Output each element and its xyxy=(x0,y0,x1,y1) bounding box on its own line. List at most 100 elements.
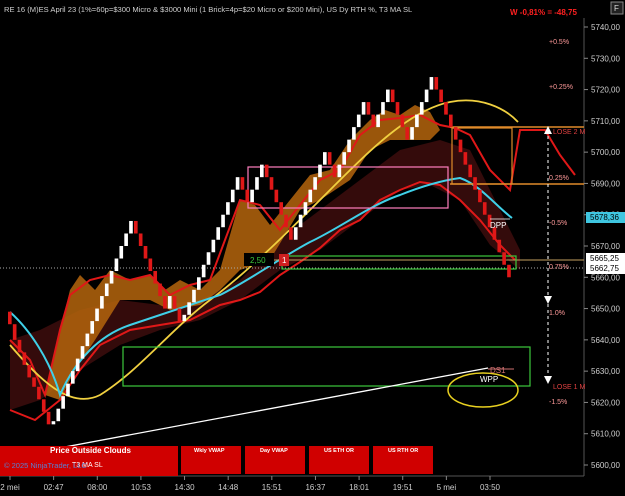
renko-brick-down xyxy=(482,202,487,215)
renko-brick-up xyxy=(201,264,206,278)
renko-brick-up xyxy=(342,152,347,165)
ds1-label: DS1 xyxy=(490,366,506,375)
price-tick-label: 5670,00 xyxy=(591,242,620,251)
renko-brick-down xyxy=(17,339,22,353)
time-tick-label: 08:00 xyxy=(87,483,108,492)
day-vwap-button[interactable]: Day VWAP xyxy=(245,446,305,474)
wkly-vwap-button[interactable]: Wkly VWAP xyxy=(181,446,241,474)
svg-text:5665,25: 5665,25 xyxy=(590,254,619,263)
renko-brick-down xyxy=(37,386,41,400)
renko-chart[interactable]: 2,50 1 LOSE 2 M LOSE 1 M DPP DS1 WPP +0.… xyxy=(0,0,625,496)
renko-brick-down xyxy=(163,296,167,309)
renko-brick-up xyxy=(187,302,191,315)
renko-brick-down xyxy=(148,258,153,272)
us-eth-or-button[interactable]: US ETH OR xyxy=(309,446,369,474)
renko-brick-up xyxy=(119,246,124,259)
pct-label-6: 1.0% xyxy=(549,310,565,317)
renko-brick-up xyxy=(410,127,414,140)
renko-brick-up xyxy=(352,127,356,140)
current-price-cyan: 5678,36 xyxy=(586,212,625,223)
renko-brick-down xyxy=(366,102,371,115)
time-tick-label: 15:51 xyxy=(262,483,283,492)
renko-brick-up xyxy=(347,139,351,153)
time-tick-label: 14:30 xyxy=(175,483,196,492)
svg-text:5662,75: 5662,75 xyxy=(590,264,619,273)
renko-brick-up xyxy=(216,227,221,240)
lose-1-label: LOSE 1 M xyxy=(553,384,585,391)
time-tick-label: 14:48 xyxy=(218,483,239,492)
renko-brick-up xyxy=(226,202,230,215)
renko-brick-down xyxy=(153,271,158,284)
price-tick-label: 5660,00 xyxy=(591,273,620,282)
renko-brick-down xyxy=(8,311,12,325)
renko-brick-down xyxy=(497,239,502,253)
renko-brick-down xyxy=(158,283,162,297)
renko-brick-up xyxy=(51,421,56,425)
renko-brick-down xyxy=(289,227,293,240)
time-tick-label: 02:47 xyxy=(44,483,65,492)
renko-brick-up xyxy=(75,358,80,372)
us-rth-or-button[interactable]: US RTH OR xyxy=(373,446,433,474)
renko-brick-down xyxy=(32,377,36,387)
time-tick-label: 10:53 xyxy=(131,483,152,492)
renko-brick-down xyxy=(468,164,473,178)
renko-brick-down xyxy=(395,102,400,115)
renko-brick-up xyxy=(313,177,317,190)
renko-brick-down xyxy=(22,352,27,365)
renko-brick-down xyxy=(449,114,453,128)
renko-brick-up xyxy=(206,252,211,265)
renko-brick-up xyxy=(80,346,85,359)
renko-brick-down xyxy=(444,102,448,115)
renko-brick-down xyxy=(463,152,468,165)
renko-brick-down xyxy=(245,189,250,203)
renko-brick-up xyxy=(318,164,322,178)
renko-brick-up xyxy=(114,258,119,272)
price-tick-label: 5720,00 xyxy=(591,86,620,95)
dpp-label: DPP xyxy=(490,221,506,230)
renko-brick-up xyxy=(424,89,429,103)
renko-brick-down xyxy=(327,152,332,165)
renko-brick-up xyxy=(167,296,172,309)
svg-text:US ETH OR: US ETH OR xyxy=(324,448,354,454)
copyright: © 2025 NinjaTrader, LLC xyxy=(4,461,87,470)
renko-brick-up xyxy=(100,296,104,309)
renko-brick-down xyxy=(453,127,458,140)
renko-brick-down xyxy=(332,164,337,178)
renko-brick-up xyxy=(235,177,240,190)
pnl-label: W -0,81% = -48,75 xyxy=(510,8,577,17)
renko-brick-down xyxy=(177,308,182,322)
renko-brick-down xyxy=(371,114,376,128)
renko-brick-up xyxy=(85,333,90,347)
renko-brick-down xyxy=(284,214,288,228)
svg-text:5678,36: 5678,36 xyxy=(590,213,619,222)
renko-brick-up xyxy=(356,114,361,128)
svg-text:US RTH OR: US RTH OR xyxy=(388,448,418,454)
renko-brick-down xyxy=(478,189,482,203)
renko-brick-up xyxy=(129,220,133,234)
renko-brick-up xyxy=(230,189,235,203)
renko-brick-down xyxy=(269,177,274,190)
renko-brick-up xyxy=(61,396,65,409)
renko-brick-up xyxy=(308,189,313,203)
renko-brick-down xyxy=(458,139,463,153)
renko-brick-up xyxy=(298,214,303,228)
time-tick-label: 2 mei xyxy=(0,483,20,492)
renko-brick-up xyxy=(361,102,366,115)
marker-value: 2,50 xyxy=(250,256,266,265)
renko-brick-up xyxy=(104,283,109,297)
current-price-2: 5662,75 xyxy=(586,263,625,274)
price-tick-label: 5690,00 xyxy=(591,179,620,188)
renko-brick-up xyxy=(90,321,95,334)
renko-brick-down xyxy=(143,246,148,259)
renko-brick-down xyxy=(12,324,17,340)
renko-brick-up xyxy=(376,114,380,128)
renko-brick-down xyxy=(390,89,395,103)
renko-brick-up xyxy=(66,383,70,397)
renko-brick-down xyxy=(41,399,46,412)
time-tick-label: 5 mei xyxy=(437,483,457,492)
renko-brick-up xyxy=(415,114,419,128)
chart-title: RE 16 (M)ES April 23 (1%=60p=$300 Micro … xyxy=(4,5,412,14)
renko-brick-up xyxy=(381,102,385,115)
renko-brick-up xyxy=(303,202,308,215)
renko-brick-down xyxy=(473,177,477,190)
